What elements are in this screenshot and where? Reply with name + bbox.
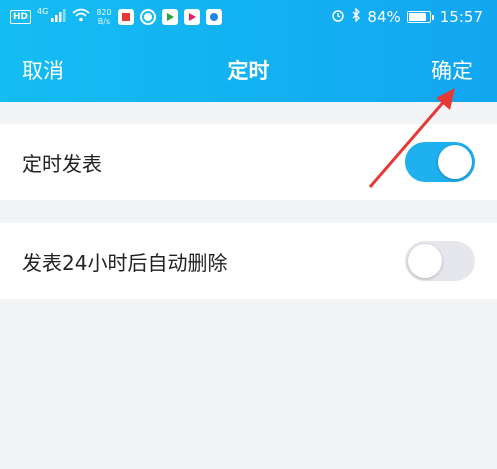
- app-notify-icon-3: [161, 9, 178, 25]
- auto-delete-toggle[interactable]: [405, 241, 475, 281]
- toggle-knob: [438, 145, 472, 179]
- hd-badge: HD: [10, 10, 32, 24]
- app-notify-icon-4: [183, 9, 200, 25]
- setting-row-scheduled-publish: 定时发表: [0, 124, 497, 200]
- status-bar-left: HD 4G 820 B/s: [10, 7, 222, 27]
- setting-label: 定时发表: [22, 151, 102, 176]
- app-notify-icon-2: [139, 9, 156, 25]
- app-notify-icon-5: [205, 9, 222, 25]
- network-speed-unit: B/s: [97, 17, 111, 26]
- toggle-knob: [408, 244, 442, 278]
- wifi-icon: [72, 8, 90, 26]
- battery-icon: [406, 11, 434, 23]
- setting-row-auto-delete: 发表24小时后自动删除: [0, 223, 497, 299]
- app-header: HD 4G 820 B/s 84% 15:57 取消 定时 确定: [0, 0, 497, 102]
- signal-icon: [50, 8, 66, 26]
- scheduled-publish-toggle[interactable]: [405, 142, 475, 182]
- status-bar-right: 84% 15:57: [331, 7, 483, 27]
- clock-time: 15:57: [439, 8, 483, 26]
- network-gen: 4G: [37, 7, 49, 16]
- bluetooth-icon: [351, 7, 361, 26]
- network-speed-value: 820: [96, 8, 112, 17]
- setting-label: 发表24小时后自动删除: [22, 250, 228, 275]
- status-bar: HD 4G 820 B/s 84% 15:57: [0, 0, 497, 34]
- network-speed: 820 B/s: [96, 8, 111, 26]
- alarm-icon: [331, 8, 345, 26]
- app-notify-icon-1: [117, 9, 134, 25]
- confirm-button[interactable]: 确定: [431, 55, 473, 85]
- page-title: 定时: [227, 59, 270, 83]
- battery-percent: 84%: [367, 8, 401, 26]
